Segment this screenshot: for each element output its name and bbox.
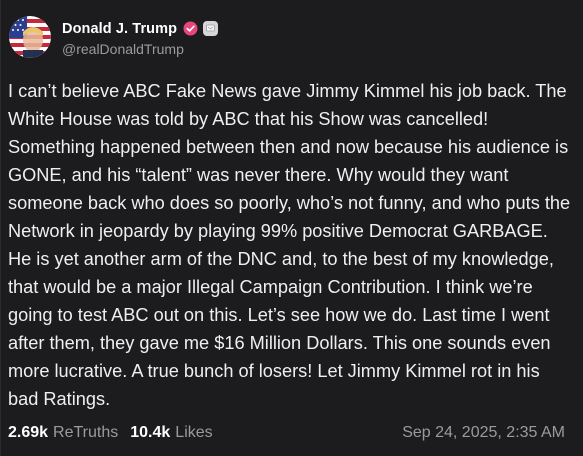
likes-stat[interactable]: 10.4k Likes [130, 424, 212, 442]
retruths-label: ReTruths [53, 424, 119, 441]
likes-label: Likes [175, 424, 213, 441]
avatar[interactable] [9, 16, 51, 58]
author-display-name[interactable]: Donald J. Trump [62, 21, 177, 37]
retruths-count: 2.69k [8, 424, 49, 441]
affiliation-badge-icon [203, 21, 219, 36]
verified-badge-icon [183, 21, 198, 36]
retruths-stat[interactable]: 2.69k ReTruths [8, 424, 118, 442]
likes-count: 10.4k [130, 424, 171, 441]
name-row: Donald J. Trump [62, 18, 219, 40]
post-card: Donald J. Trump @realDonaldTrump I can’t… [0, 0, 583, 456]
post-timestamp[interactable]: Sep 24, 2025, 2:35 AM [402, 424, 565, 442]
post-footer: 2.69k ReTruths 10.4k Likes Sep 24, 2025,… [8, 421, 565, 445]
author-handle[interactable]: @realDonaldTrump [62, 41, 218, 57]
post-text: I can’t believe ABC Fake News gave Jimmy… [8, 81, 576, 409]
avatar-image [9, 16, 51, 58]
author-block: Donald J. Trump @realDonaldTrump [62, 18, 219, 57]
post-header: Donald J. Trump @realDonaldTrump [9, 16, 219, 58]
